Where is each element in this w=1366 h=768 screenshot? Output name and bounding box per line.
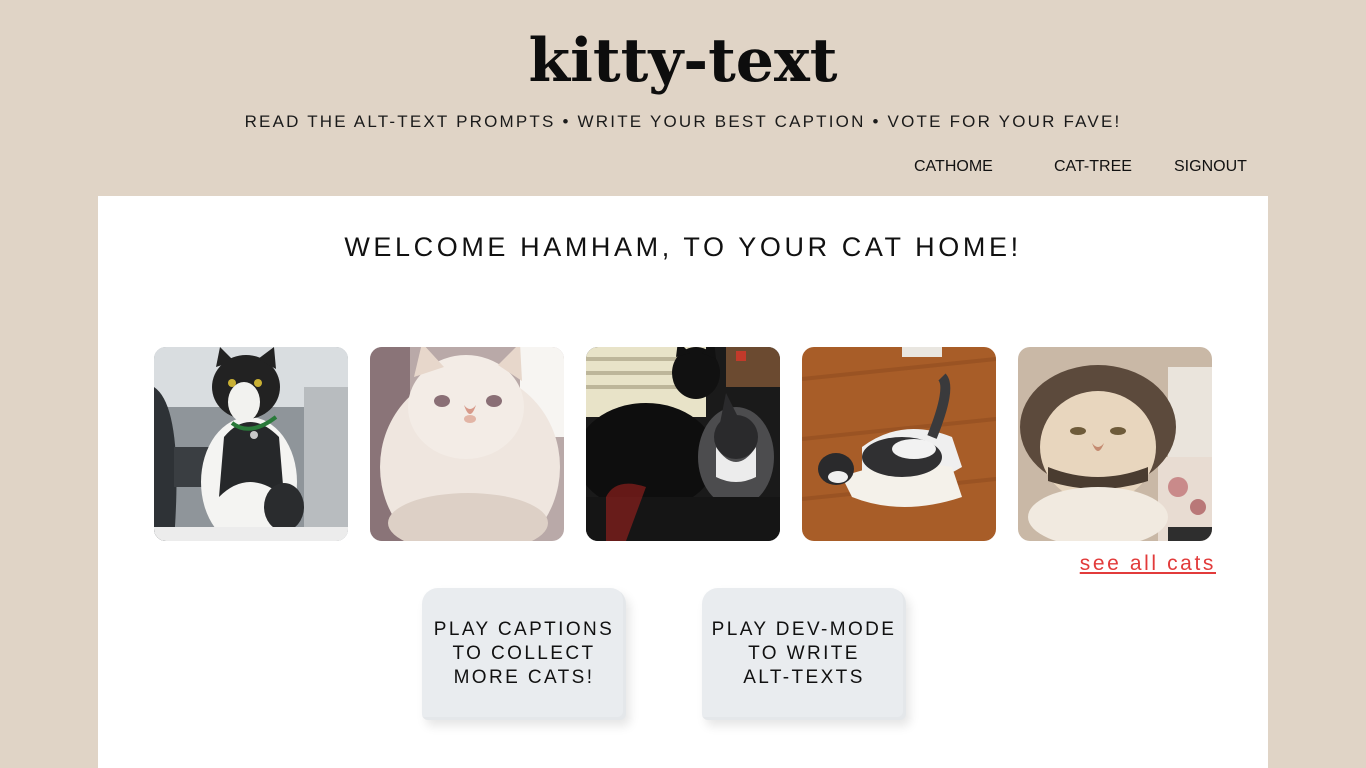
play-captions-label: PLAY CAPTIONS TO COLLECT MORE CATS! bbox=[433, 619, 615, 688]
nav-cathome-link[interactable]: CATHOME bbox=[914, 158, 993, 182]
cat-photo-3-image bbox=[586, 347, 780, 541]
play-devmode-label: PLAY DEV-MODE TO WRITE ALT-TEXTS bbox=[711, 619, 897, 688]
play-captions-button[interactable]: PLAY CAPTIONS TO COLLECT MORE CATS! bbox=[422, 588, 626, 720]
see-all-cats-link[interactable]: see all cats bbox=[1080, 552, 1216, 576]
welcome-heading: WELCOME HAMHAM, TO YOUR CAT HOME! bbox=[344, 232, 1022, 262]
cat-photo-1[interactable] bbox=[154, 347, 348, 541]
site-title: kitty-text bbox=[528, 26, 838, 96]
nav-cat-tree-link[interactable]: CAT-TREE bbox=[1054, 158, 1132, 182]
play-devmode-button[interactable]: PLAY DEV-MODE TO WRITE ALT-TEXTS bbox=[702, 588, 906, 720]
cat-photo-1-image bbox=[154, 347, 348, 541]
cat-photo-4[interactable] bbox=[802, 347, 996, 541]
tagline: READ THE ALT-TEXT PROMPTS • WRITE YOUR B… bbox=[244, 112, 1122, 131]
cat-photo-3[interactable] bbox=[586, 347, 780, 541]
cat-photo-2-image bbox=[370, 347, 564, 541]
cat-photo-5[interactable] bbox=[1018, 347, 1212, 541]
cat-photo-2[interactable] bbox=[370, 347, 564, 541]
cat-photo-4-image bbox=[802, 347, 996, 541]
nav-signout-link[interactable]: SIGNOUT bbox=[1174, 158, 1247, 182]
cat-photo-5-image bbox=[1018, 347, 1212, 541]
